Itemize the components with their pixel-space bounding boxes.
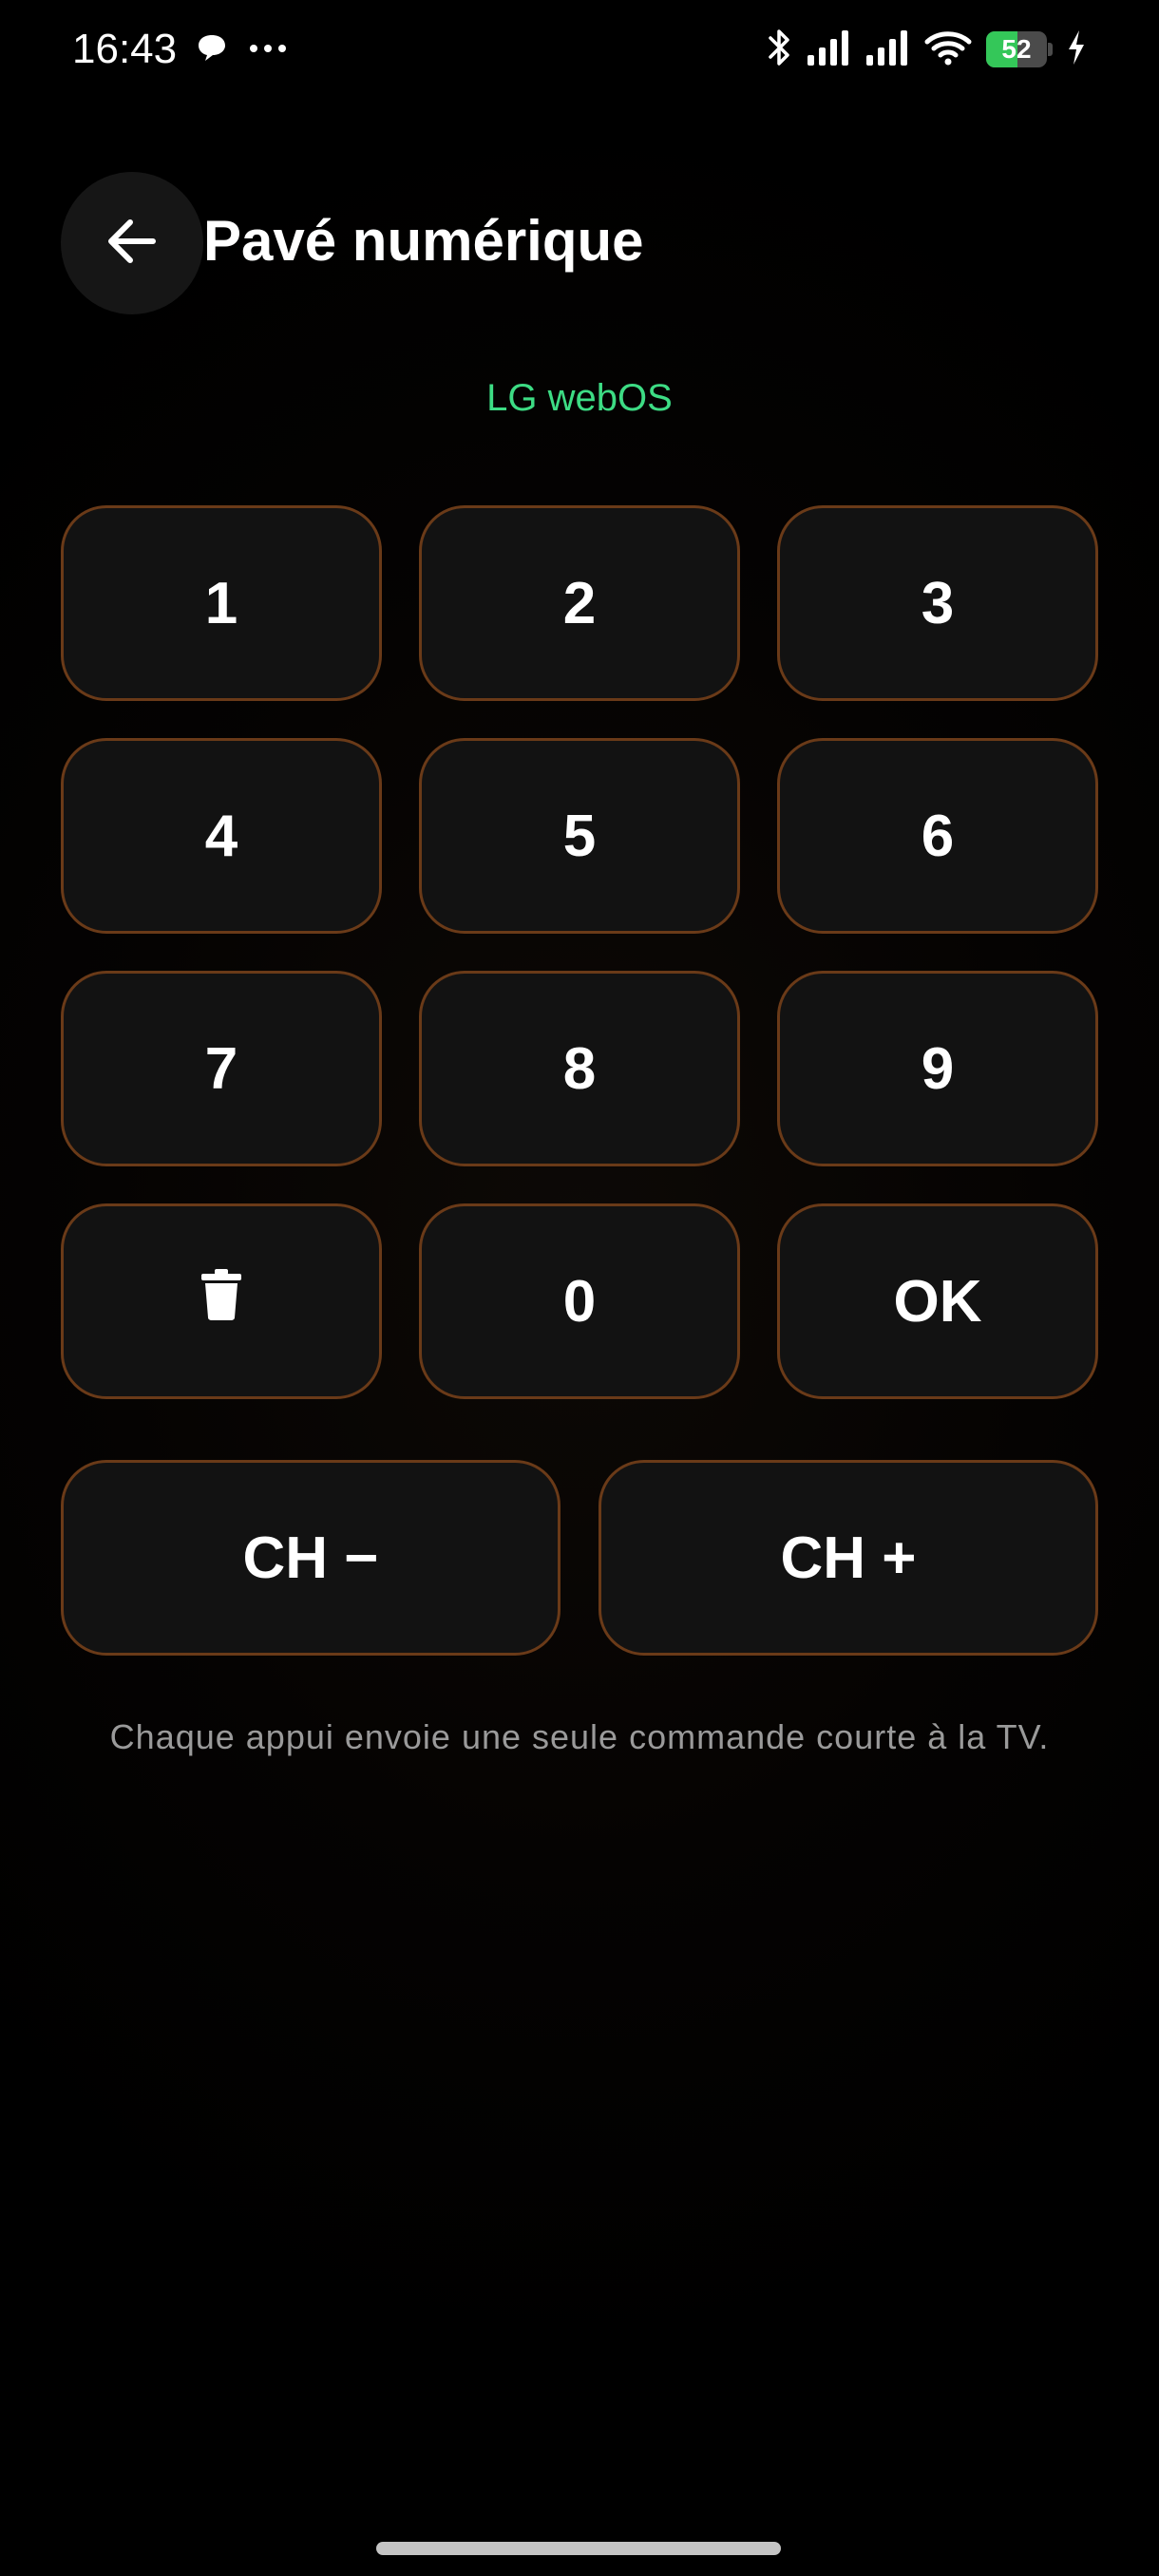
status-left-icons: [196, 30, 287, 68]
key-6-button[interactable]: 6: [777, 738, 1098, 934]
trash-icon: [200, 1268, 242, 1335]
battery-body: 52: [986, 31, 1047, 67]
more-dots-icon: [249, 41, 287, 58]
ok-button[interactable]: OK: [777, 1203, 1098, 1399]
key-8-button[interactable]: 8: [419, 971, 740, 1166]
battery-tip: [1048, 43, 1053, 56]
key-0-button[interactable]: 0: [419, 1203, 740, 1399]
channel-down-button[interactable]: CH −: [61, 1460, 560, 1656]
key-1-button[interactable]: 1: [61, 505, 382, 701]
key-5-button[interactable]: 5: [419, 738, 740, 934]
channel-up-button[interactable]: CH +: [598, 1460, 1098, 1656]
battery-indicator: 52: [986, 31, 1053, 67]
status-bar: 16:43 52: [0, 0, 1159, 99]
key-4-button[interactable]: 4: [61, 738, 382, 934]
arrow-left-icon: [105, 218, 159, 270]
page-title: Pavé numérique: [203, 209, 644, 273]
bluetooth-icon: [768, 27, 792, 73]
device-name: LG webOS: [486, 377, 673, 419]
back-button[interactable]: [61, 172, 203, 314]
key-2-button[interactable]: 2: [419, 505, 740, 701]
wifi-icon: [923, 28, 973, 71]
battery-level: 52: [1001, 34, 1032, 64]
delete-button[interactable]: [61, 1203, 382, 1399]
key-3-button[interactable]: 3: [777, 505, 1098, 701]
key-7-button[interactable]: 7: [61, 971, 382, 1166]
status-time: 16:43: [72, 26, 178, 72]
chat-bubble-icon: [196, 32, 228, 67]
home-indicator[interactable]: [376, 2542, 781, 2555]
hint-text: Chaque appui envoie une seule commande c…: [109, 1717, 1050, 1756]
cell-signal-icon: [864, 28, 910, 71]
charging-bolt-icon: [1066, 28, 1087, 71]
key-9-button[interactable]: 9: [777, 971, 1098, 1166]
cell-signal-icon: [806, 28, 851, 71]
status-right-icons: 52: [768, 27, 1087, 72]
